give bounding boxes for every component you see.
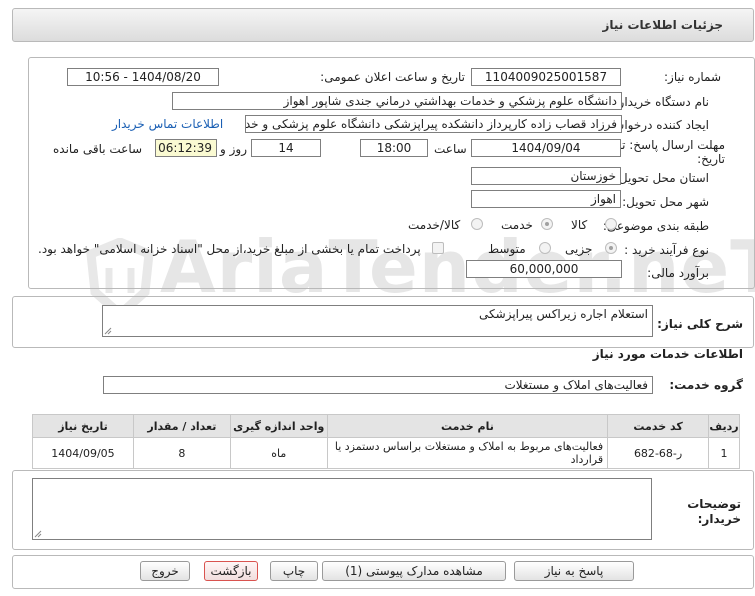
category-radio-service[interactable] [541, 218, 553, 230]
print-button[interactable]: چاپ [270, 561, 318, 581]
services-section-title: اطلاعات خدمات مورد نیاز [592, 347, 743, 361]
province-field: خوزستان [471, 167, 621, 185]
resize-grip-icon[interactable] [34, 530, 42, 538]
attachments-button[interactable]: مشاهده مدارک پیوستی (1) [322, 561, 506, 581]
payment-note: پرداخت تمام یا بخشی از مبلغ خرید،از محل … [38, 242, 421, 256]
category-radio-goods-service[interactable] [471, 218, 483, 230]
table-header-row: ردیف کد خدمت نام خدمت واحد اندازه گیری ت… [32, 414, 740, 438]
buyer-contact-link[interactable]: اطلاعات تماس خریدار [112, 117, 223, 131]
resize-grip-icon[interactable] [104, 327, 112, 335]
remaining-label: ساعت باقی مانده [53, 142, 143, 156]
purchase-radio-minor[interactable] [605, 242, 617, 254]
category-option-goods-service: کالا/خدمت [408, 218, 461, 232]
cell-unit: ماه [229, 437, 328, 469]
treasury-payment-checkbox[interactable] [432, 242, 444, 254]
days-label: روز و [220, 142, 247, 156]
announce-label: تاریخ و ساعت اعلان عمومی: [320, 70, 465, 84]
services-table: ردیف کد خدمت نام خدمت واحد اندازه گیری ت… [32, 414, 740, 469]
category-radio-goods[interactable] [605, 218, 617, 230]
purchase-radio-medium[interactable] [539, 242, 551, 254]
deadline-label: مهلت ارسال پاسخ: تا تاریخ: [618, 138, 725, 166]
col-service-name: نام خدمت [326, 414, 609, 438]
cell-need-date: 1404/09/05 [32, 437, 134, 469]
buyer-notes-field[interactable] [32, 478, 652, 540]
estimate-label: برآورد مالی: [647, 266, 709, 280]
purchase-option-medium: متوسط [488, 242, 526, 256]
city-label: شهر محل تحویل: [622, 195, 709, 209]
table-row: 1 ر-68-682 فعالیت‌های مربوط به املاک و م… [32, 437, 740, 469]
col-unit: واحد اندازه گیری [229, 414, 328, 438]
col-row-number: ردیف [708, 414, 740, 438]
reply-button[interactable]: پاسخ به نیاز [514, 561, 634, 581]
cell-service-name: فعالیت‌های مربوط به املاک و مستغلات براس… [326, 437, 609, 469]
cell-row-number: 1 [708, 437, 740, 469]
deadline-date-field: 1404/09/04 [471, 139, 621, 157]
page-title: جزئیات اطلاعات نیاز [602, 18, 723, 32]
purchase-type-label: نوع فرآیند خرید : [624, 243, 709, 257]
back-button[interactable]: بازگشت [204, 561, 258, 581]
remaining-time-field: 06:12:39 [155, 139, 217, 157]
summary-text: استعلام اجاره زیراکس پیراپزشکی [479, 307, 648, 321]
buyer-org-label: نام دستگاه خریدار: [614, 95, 710, 109]
deadline-time-label: ساعت [434, 142, 467, 156]
buyer-notes-label: توضیحات خریدار: [687, 497, 741, 526]
days-field: 14 [251, 139, 321, 157]
announce-field: 1404/08/20 - 10:56 [67, 68, 219, 86]
estimate-field: 60,000,000 [466, 260, 622, 278]
category-option-goods: کالا [571, 218, 588, 232]
need-number-field: 1104009025001587 [471, 68, 621, 86]
panel-header: جزئیات اطلاعات نیاز [12, 8, 754, 42]
category-option-service: خدمت [501, 218, 533, 232]
deadline-time-field: 18:00 [360, 139, 428, 157]
exit-button[interactable]: خروج [140, 561, 190, 581]
requester-field: فرزاد قصاب زاده کارپرداز دانشکده پیراپزش… [245, 115, 622, 133]
service-group-label: گروه خدمت: [669, 378, 743, 392]
col-need-date: تاریخ نیاز [32, 414, 134, 438]
summary-field: استعلام اجاره زیراکس پیراپزشکی [102, 305, 653, 337]
col-quantity: تعداد / مقدار [132, 414, 231, 438]
category-label: طبقه بندی موضوعی: [602, 219, 709, 233]
province-label: استان محل تحویل: [614, 171, 709, 185]
col-service-code: کد خدمت [607, 414, 710, 438]
cell-quantity: 8 [132, 437, 231, 469]
cell-service-code: ر-68-682 [607, 437, 710, 469]
purchase-option-minor: جزیی [565, 242, 593, 256]
need-number-label: شماره نیاز: [664, 70, 721, 84]
service-group-field: فعالیت‌های املاک و مستغلات [103, 376, 653, 394]
city-field: اهواز [471, 190, 621, 208]
buyer-org-field: دانشگاه علوم پزشکي و خدمات بهداشتي درمان… [172, 92, 622, 110]
summary-label: شرح کلی نیاز: [657, 317, 743, 331]
